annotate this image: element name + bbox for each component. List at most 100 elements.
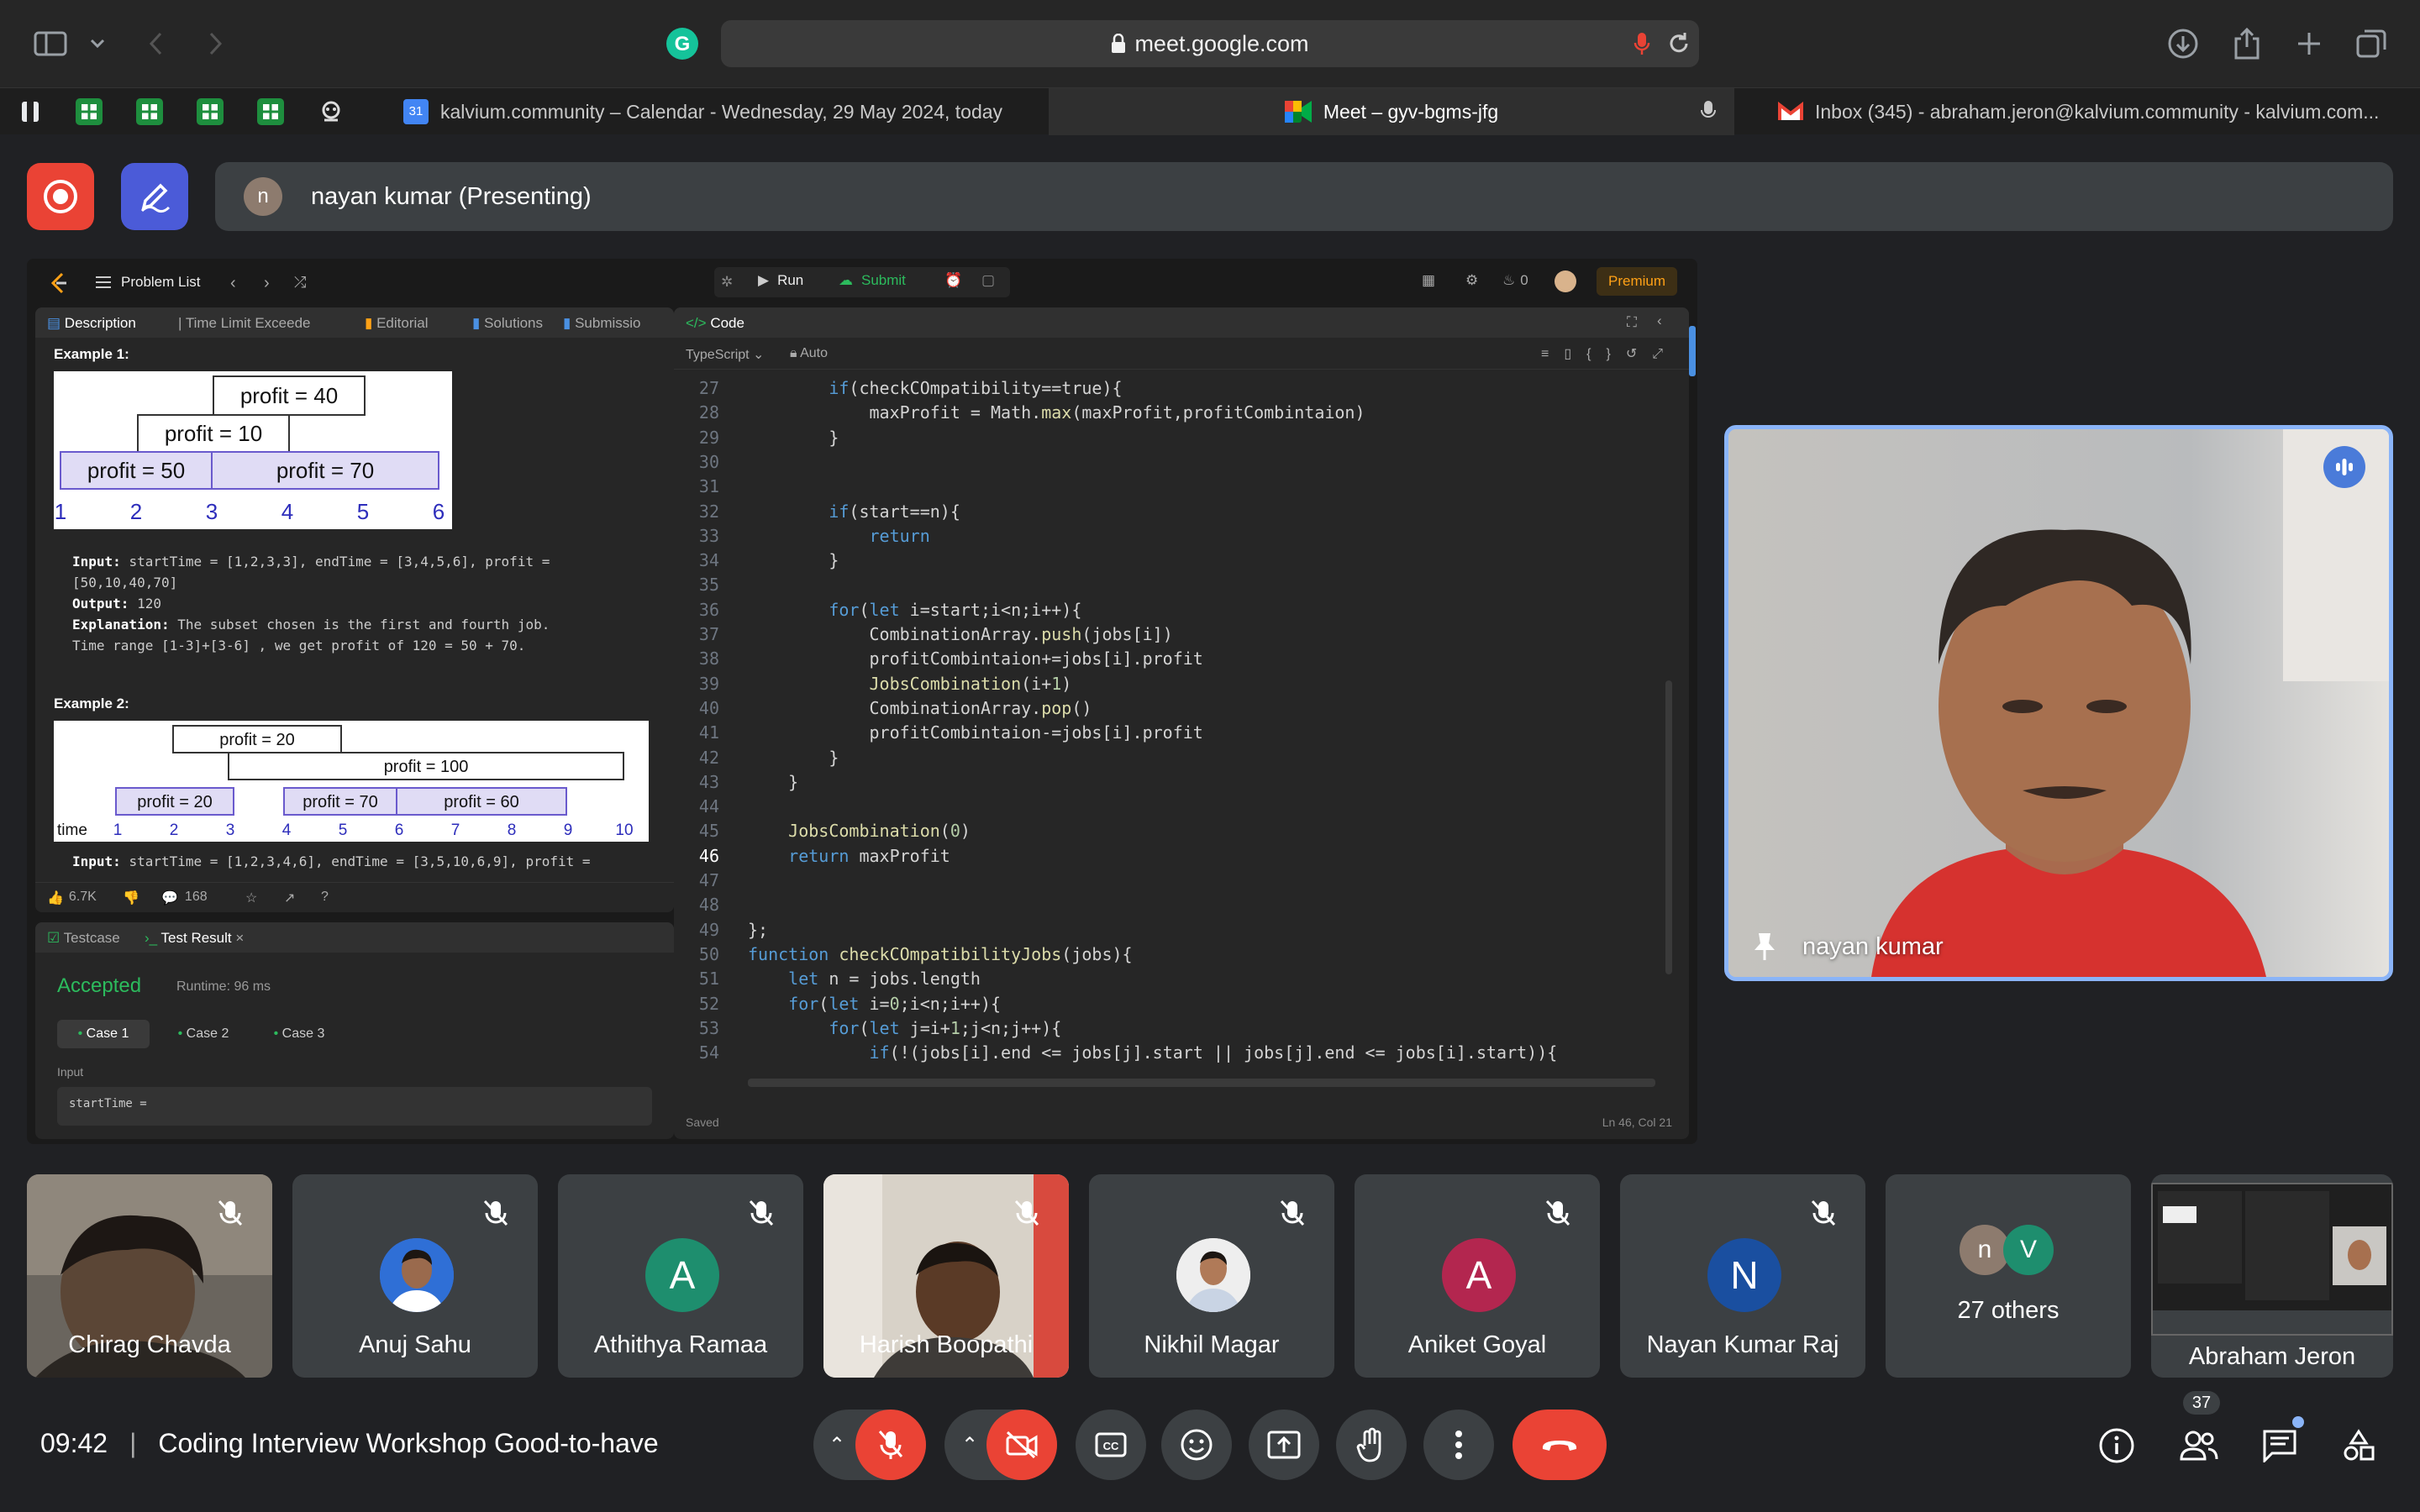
code-line[interactable]: 43 } <box>674 772 1665 796</box>
sheets-pinned-icon[interactable] <box>76 98 103 125</box>
tab-submissions[interactable]: ▮ Submissio <box>563 315 674 332</box>
leave-call-button[interactable] <box>1512 1410 1607 1480</box>
tab-gmail[interactable]: Inbox (345) - abraham.jeron@kalvium.comm… <box>1748 88 2420 135</box>
submit-button[interactable]: ☁ Submit <box>839 272 906 289</box>
next-problem-icon[interactable]: › <box>264 274 270 293</box>
tab-calendar[interactable]: 31 kalvium.community – Calendar - Wednes… <box>395 88 1047 135</box>
captions-button[interactable]: CC <box>1076 1410 1146 1480</box>
code-line[interactable]: 32 if(start==n){ <box>674 501 1665 526</box>
code-line[interactable]: 46 return maxProfit <box>674 846 1665 870</box>
participant-tile[interactable]: A Aniket Goyal <box>1355 1174 1600 1378</box>
thumbs-down-icon[interactable]: 👎 <box>123 890 139 906</box>
code-line[interactable]: 51 let n = jobs.length <box>674 969 1665 993</box>
reactions-button[interactable] <box>1161 1410 1232 1480</box>
code-line[interactable]: 36 for(let i=start;i<n;i++){ <box>674 600 1665 624</box>
reload-icon[interactable] <box>1660 25 1697 62</box>
code-line[interactable]: 47 <box>674 870 1665 895</box>
mic-toggle-button[interactable] <box>855 1410 926 1480</box>
record-button[interactable] <box>27 163 94 230</box>
avatar[interactable] <box>1555 270 1576 292</box>
annotate-button[interactable] <box>121 163 188 230</box>
code-line[interactable]: 28 maxProfit = Math.max(maxProfit,profit… <box>674 402 1665 427</box>
pin-icon[interactable] <box>1752 932 1777 962</box>
editor-scrollbar[interactable] <box>1664 378 1674 1084</box>
activities-button[interactable] <box>2334 1421 2383 1470</box>
main-speaker-video[interactable]: nayan kumar <box>1724 425 2393 981</box>
chevron-down-icon[interactable] <box>81 25 114 62</box>
participant-tile[interactable]: Anuj Sahu <box>292 1174 538 1378</box>
alarm-icon[interactable]: ⏰ <box>944 272 962 289</box>
run-button[interactable]: ▶ Run <box>758 272 803 289</box>
premium-button[interactable]: Premium <box>1597 267 1678 296</box>
code-line[interactable]: 45 JobsCombination(0) <box>674 821 1665 845</box>
code-line[interactable]: 41 profitCombintaion-=jobs[i].profit <box>674 722 1665 747</box>
horizontal-scrollbar[interactable] <box>748 1079 1655 1087</box>
shuffle-icon[interactable]: ⤮ <box>294 274 306 291</box>
tab-testcase[interactable]: ☑ Testcase <box>47 930 120 947</box>
code-editor[interactable]: 27 if(checkCOmpatibility==true){28 maxPr… <box>674 378 1665 1084</box>
prev-problem-icon[interactable]: ‹ <box>230 274 236 293</box>
code-line[interactable]: 35 <box>674 575 1665 599</box>
external-link-icon[interactable]: ↗ <box>284 890 295 906</box>
layout-icon[interactable]: ▦ <box>1422 272 1435 289</box>
code-line[interactable]: 27 if(checkCOmpatibility==true){ <box>674 378 1665 402</box>
chevron-up-icon[interactable]: ⌃ <box>961 1433 978 1457</box>
language-select[interactable]: TypeScript ⌄ <box>686 346 764 363</box>
code-line[interactable]: 37 CombinationArray.push(jobs[i]) <box>674 624 1665 648</box>
sidebar-icon[interactable] <box>32 25 69 62</box>
case-2-tab[interactable]: • Case 2 <box>161 1020 245 1048</box>
tabs-icon[interactable] <box>2353 25 2390 62</box>
debug-icon[interactable]: ✲ <box>721 274 733 291</box>
pinned-tab-icon[interactable] <box>18 98 45 125</box>
participant-tile[interactable]: A Athithya Ramaa <box>558 1174 803 1378</box>
address-bar[interactable]: meet.google.com <box>721 20 1699 67</box>
panel-resize-handle[interactable] <box>1689 326 1696 376</box>
leetcode-logo-icon[interactable] <box>49 272 69 294</box>
tab-editorial[interactable]: ▮ Editorial <box>365 315 429 332</box>
code-line[interactable]: 44 <box>674 796 1665 821</box>
grammarly-icon[interactable]: G <box>664 25 701 62</box>
others-tile[interactable]: n V 27 others <box>1886 1174 2131 1378</box>
code-line[interactable]: 29 } <box>674 428 1665 452</box>
code-line[interactable]: 34 } <box>674 550 1665 575</box>
tab-description[interactable]: ▤ Description <box>47 315 136 332</box>
streak-counter[interactable]: ♨ 0 <box>1502 272 1528 289</box>
code-line[interactable]: 33 return <box>674 526 1665 550</box>
editor-tools[interactable]: ≡▯{}↺⤢ <box>1541 345 1678 362</box>
comments-button[interactable]: 💬 168 <box>161 890 208 906</box>
like-button[interactable]: 👍 6.7K <box>47 890 97 906</box>
mic-icon[interactable] <box>1623 25 1660 62</box>
code-line[interactable]: 42 } <box>674 748 1665 772</box>
code-line[interactable]: 38 profitCombintaion+=jobs[i].profit <box>674 648 1665 673</box>
code-line[interactable]: 31 <box>674 476 1665 501</box>
code-line[interactable]: 39 JobsCombination(i+1) <box>674 674 1665 698</box>
sheets-pinned-icon[interactable] <box>257 98 284 125</box>
more-options-button[interactable] <box>1423 1410 1494 1480</box>
download-icon[interactable] <box>2165 25 2202 62</box>
problem-list-button[interactable]: Problem List <box>96 274 200 291</box>
code-line[interactable]: 48 <box>674 895 1665 919</box>
code-line[interactable]: 30 <box>674 452 1665 476</box>
people-button[interactable]: 37 <box>2175 1391 2223 1470</box>
code-line[interactable]: 49}; <box>674 920 1665 944</box>
participant-tile[interactable]: N Nayan Kumar Raj <box>1620 1174 1865 1378</box>
code-line[interactable]: 50 function checkCOmpatibilityJobs(jobs){ <box>674 944 1665 969</box>
collapse-icon[interactable]: ‹ <box>1657 312 1662 329</box>
participant-tile[interactable]: Chirag Chavda <box>27 1174 272 1378</box>
participant-tile[interactable]: Nikhil Magar <box>1089 1174 1334 1378</box>
sheets-pinned-icon[interactable] <box>197 98 224 125</box>
bot-pinned-icon[interactable] <box>318 98 345 125</box>
help-icon[interactable]: ? <box>321 890 329 905</box>
back-icon[interactable] <box>138 25 175 62</box>
code-line[interactable]: 54 if(!(jobs[i].end <= jobs[j].start || … <box>674 1042 1665 1067</box>
code-line[interactable]: 53 for(let j=i+1;j<n;j++){ <box>674 1018 1665 1042</box>
presenter-bar[interactable]: n nayan kumar (Presenting) <box>215 162 2393 231</box>
share-icon[interactable] <box>2228 25 2265 62</box>
tab-solutions[interactable]: ▮ Solutions <box>472 315 543 332</box>
tab-time-limit[interactable]: | Time Limit Exceede <box>178 315 355 332</box>
self-tile[interactable]: Abraham Jeron <box>2151 1174 2393 1378</box>
tab-test-result[interactable]: ›_ Test Result × <box>145 930 244 947</box>
code-line[interactable]: 40 CombinationArray.pop() <box>674 698 1665 722</box>
case-3-tab[interactable]: • Case 3 <box>257 1020 341 1048</box>
present-button[interactable] <box>1249 1410 1319 1480</box>
